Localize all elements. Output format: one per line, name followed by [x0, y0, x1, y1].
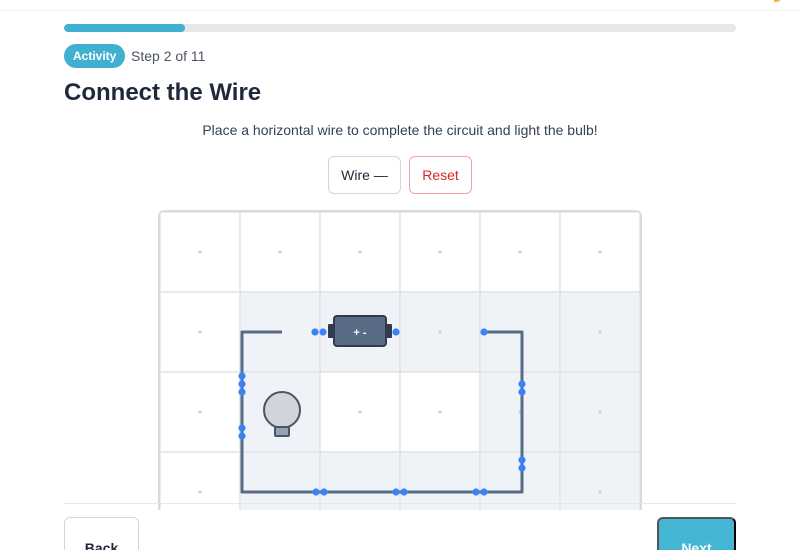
- wire-node: [392, 488, 400, 496]
- grid-dot: [198, 490, 202, 494]
- wire-node: [480, 328, 488, 336]
- battery-icon: + -: [328, 315, 392, 347]
- footer-divider: [64, 503, 736, 504]
- wire-node: [319, 328, 327, 336]
- wire-node: [238, 380, 246, 388]
- activity-badge: Activity: [64, 44, 126, 68]
- grid-dot: [598, 410, 602, 414]
- wire-node: [312, 488, 320, 496]
- wire-node: [238, 388, 246, 396]
- wire-node: [238, 372, 246, 380]
- grid-dot: [278, 250, 282, 254]
- progress-bar: [64, 24, 736, 32]
- circuit-board[interactable]: + -: [158, 210, 642, 510]
- grid-dot: [198, 330, 202, 334]
- grid-dot: [438, 330, 442, 334]
- grid-dot: [358, 250, 362, 254]
- wire-node: [400, 488, 408, 496]
- grid-dot: [598, 490, 602, 494]
- grid-dot: [518, 250, 522, 254]
- grid-cell[interactable]: [559, 451, 640, 510]
- back-button[interactable]: Back: [64, 517, 139, 550]
- wire-tool-button[interactable]: Wire —: [328, 156, 401, 194]
- wire-node: [392, 328, 400, 336]
- wire-node: [238, 424, 246, 432]
- grid-dot: [438, 410, 442, 414]
- instruction-text: Place a horizontal wire to complete the …: [202, 122, 598, 138]
- wire-node: [480, 488, 488, 496]
- battery-terminals: + -: [353, 327, 366, 339]
- grid-dot: [598, 330, 602, 334]
- wire-node: [518, 464, 526, 472]
- circuit-grid[interactable]: + -: [160, 212, 640, 510]
- grid-dot: [198, 250, 202, 254]
- wire-node: [518, 456, 526, 464]
- grid-dot: [358, 410, 362, 414]
- grid-dot: [598, 250, 602, 254]
- grid-cell[interactable]: [239, 451, 321, 510]
- reset-button[interactable]: Reset: [409, 156, 472, 194]
- wire-node: [518, 380, 526, 388]
- wire-node: [320, 488, 328, 496]
- corner-indicator: [774, 0, 782, 2]
- wire-node: [518, 388, 526, 396]
- wire-node: [238, 432, 246, 440]
- wire-node: [472, 488, 480, 496]
- next-button[interactable]: Next: [657, 517, 736, 550]
- grid-dot: [198, 410, 202, 414]
- header-divider: [0, 10, 800, 11]
- page-title: Connect the Wire: [64, 79, 262, 106]
- wire-node: [311, 328, 319, 336]
- grid-dot: [438, 250, 442, 254]
- step-counter: Step 2 of 11: [131, 48, 206, 64]
- grid-cell[interactable]: [319, 451, 401, 510]
- progress-fill: [64, 24, 185, 32]
- grid-cell[interactable]: [160, 451, 241, 510]
- grid-cell[interactable]: [399, 451, 481, 510]
